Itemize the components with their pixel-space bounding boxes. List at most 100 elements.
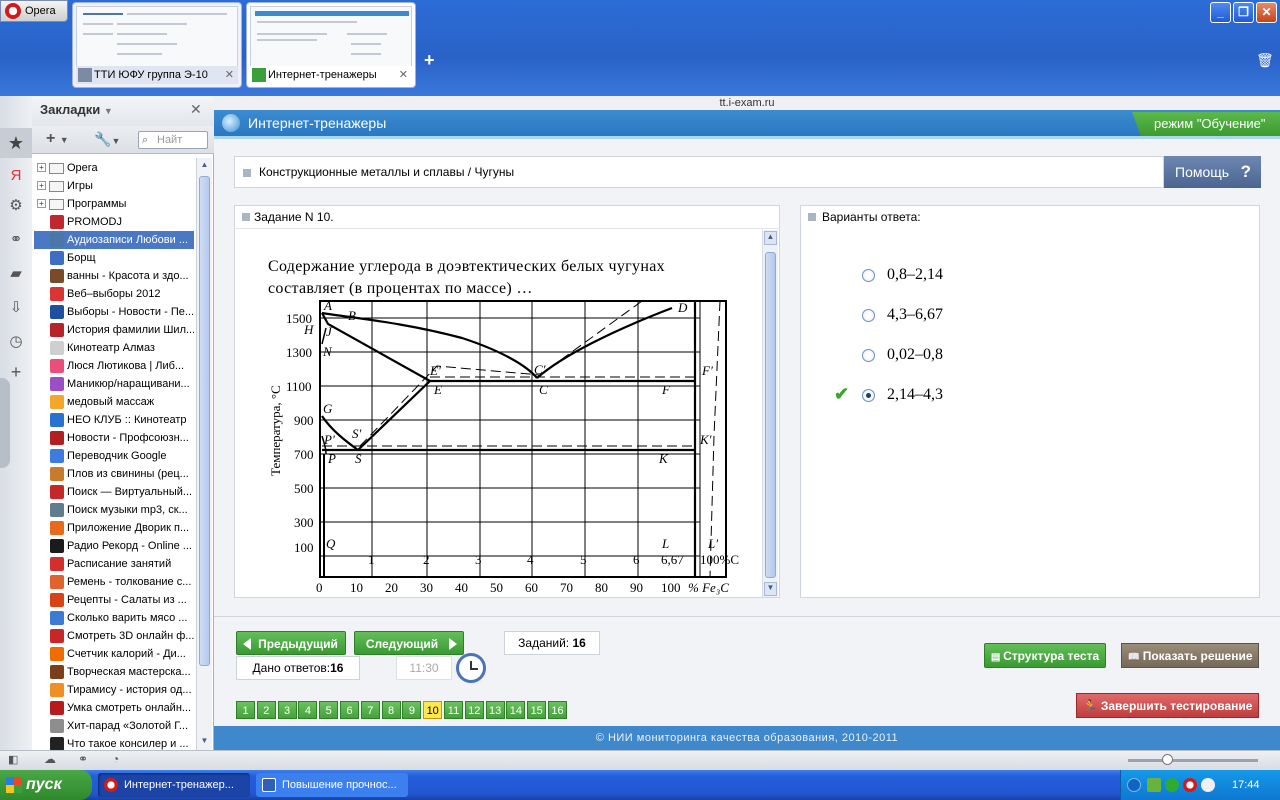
show-solution-button[interactable]: 📖 Показать решение [1121,643,1259,668]
bookmark-item[interactable]: Приложение Дворик п... [34,519,194,537]
address-label[interactable]: tt.i-exam.ru [214,96,1280,110]
page-button[interactable]: 1 [236,701,255,719]
turbo-icon[interactable]: ◔ [112,752,119,766]
radio-button[interactable] [862,309,875,322]
page-button[interactable]: 12 [464,701,484,719]
bookmark-item[interactable]: Маникюр/наращивани... [34,375,194,393]
answer-option[interactable]: 0,8–2,14 [862,265,943,285]
bookmark-item[interactable]: История фамилии Шил... [34,321,194,339]
page-button[interactable]: 13 [485,701,505,719]
tab-tti[interactable]: ТТИ ЮФУ группа Э-10 ✕ [72,2,242,88]
bookmark-item[interactable]: Расписание занятий [34,555,194,573]
tab-trainers[interactable]: Интернет-тренажеры ✕ [246,2,416,88]
page-button[interactable]: 6 [340,701,359,719]
gear-icon[interactable]: ⚙ [6,196,26,216]
volume-icon[interactable] [1201,778,1215,792]
bookmark-item[interactable]: Смотреть 3D онлайн ф... [34,627,194,645]
bookmark-item[interactable]: Умка смотреть онлайн... [34,699,194,717]
add-bookmark-icon[interactable]: + ▼ [46,130,69,148]
taskbar-window-opera[interactable]: Интернет-тренажер... [98,773,250,797]
bookmark-item[interactable]: Выборы - Новости - Пе... [34,303,194,321]
bookmark-item[interactable]: Переводчик Google [34,447,194,465]
taskbar-window-word[interactable]: Повышение прочнос... [256,773,408,797]
finish-test-button[interactable]: 🏃 Завершить тестирование [1076,693,1259,718]
bookmark-item[interactable]: Плов из свинины (рец... [34,465,194,483]
bookmarks-title[interactable]: Закладки ▼ [40,102,113,117]
bookmark-item[interactable]: Поиск музыки mp3, ск... [34,501,194,519]
panel-toggle-handle[interactable] [0,378,10,468]
page-button-current[interactable]: 10 [423,701,443,719]
radio-button-checked[interactable] [862,389,875,402]
bookmark-item[interactable]: Кинотеатр Алмаз [34,339,194,357]
scroll-up-icon[interactable]: ▲ [199,160,210,172]
page-button[interactable]: 15 [527,701,547,719]
notes-icon[interactable]: ▰ [6,264,26,284]
radio-button[interactable] [862,269,875,282]
answer-option-selected[interactable]: 2,14–4,3 [862,385,943,405]
page-button[interactable]: 7 [360,701,380,719]
scroll-down-icon[interactable]: ▼ [199,736,210,748]
bookmark-item[interactable]: Творческая мастерска... [34,663,194,681]
bookmark-item[interactable]: Аудиозаписи Любови ... [34,231,194,249]
zoom-slider-handle[interactable] [1162,754,1173,765]
bookmark-folder[interactable]: + Игры [34,177,194,195]
tray-expand-icon[interactable] [1127,778,1141,792]
close-window-button[interactable]: ✕ [1256,2,1277,23]
bookmark-item[interactable]: PROMODJ [34,213,194,231]
bookmark-folder[interactable]: + Программы [34,195,194,213]
bookmark-item[interactable]: Тирамису - история од... [34,681,194,699]
scroll-thumb[interactable] [199,176,210,666]
expand-icon[interactable]: + [37,163,46,172]
bookmark-item[interactable]: Люся Лютикова | Либ... [34,357,194,375]
test-structure-button[interactable]: ▤ Структура теста [984,643,1106,668]
cloud-icon[interactable]: ☁ [44,752,56,766]
bookmark-item[interactable]: Ремень - толкование с... [34,573,194,591]
bookmark-item[interactable]: Новости - Профсоюзн... [34,429,194,447]
antivirus-icon[interactable] [1165,778,1179,792]
page-button[interactable]: 8 [381,701,401,719]
radio-button[interactable] [862,349,875,362]
bookmark-item[interactable]: ванны - Красота и здо... [34,267,194,285]
bookmark-item[interactable]: Сколько варить мясо ... [34,609,194,627]
expand-icon[interactable]: + [37,181,46,190]
expand-icon[interactable]: + [37,199,46,208]
bookmark-item[interactable]: Радио Рекорд - Online ... [34,537,194,555]
trash-icon[interactable]: 🗑 [1256,52,1274,69]
start-button[interactable]: пуск [0,770,92,800]
opera-menu-button[interactable]: Opera [0,0,68,22]
new-tab-button[interactable]: + [424,50,435,71]
bookmark-item[interactable]: Борщ [34,249,194,267]
scroll-thumb[interactable] [765,252,776,578]
zoom-slider[interactable] [1128,759,1258,762]
answer-option[interactable]: 4,3–6,67 [862,305,943,325]
bookmark-item[interactable]: медовый массаж [34,393,194,411]
bookmarks-search-input[interactable]: ⌕ Найт [138,131,208,149]
close-tab-icon[interactable]: ✕ [399,66,408,84]
unite-icon[interactable]: ⚭ [78,752,88,766]
page-button[interactable]: 3 [277,701,297,719]
scroll-up-icon[interactable]: ▲ [764,231,777,245]
bookmark-item[interactable]: Хит-парад «Золотой Г... [34,717,194,735]
downloads-icon[interactable]: ⇩ [6,298,26,318]
yandex-icon[interactable]: Я [6,166,26,186]
bookmark-item[interactable]: Счетчик калорий - Ди... [34,645,194,663]
page-button[interactable]: 4 [298,701,318,719]
previous-button[interactable]: Предыдущий [236,631,346,655]
close-tab-icon[interactable]: ✕ [225,66,234,84]
add-panel-icon[interactable]: + [6,362,26,382]
opera-tray-icon[interactable] [1183,778,1197,792]
next-button[interactable]: Следующий [354,631,464,655]
bookmarks-panel-icon[interactable]: ★ [0,128,32,158]
network-icon[interactable] [1147,778,1161,792]
maximize-button[interactable]: ❐ [1233,2,1254,23]
bookmark-item[interactable]: Рецепты - Салаты из ... [34,591,194,609]
page-button[interactable]: 16 [548,701,567,719]
page-button[interactable]: 5 [319,701,339,719]
page-button[interactable]: 9 [402,701,422,719]
page-button[interactable]: 14 [506,701,526,719]
help-button[interactable]: Помощь? [1164,156,1261,188]
page-button[interactable]: 2 [256,701,276,719]
close-panel-icon[interactable]: ✕ [190,101,202,118]
scroll-down-icon[interactable]: ▼ [764,582,777,596]
question-scrollbar[interactable]: ▲ ▼ [762,230,778,597]
